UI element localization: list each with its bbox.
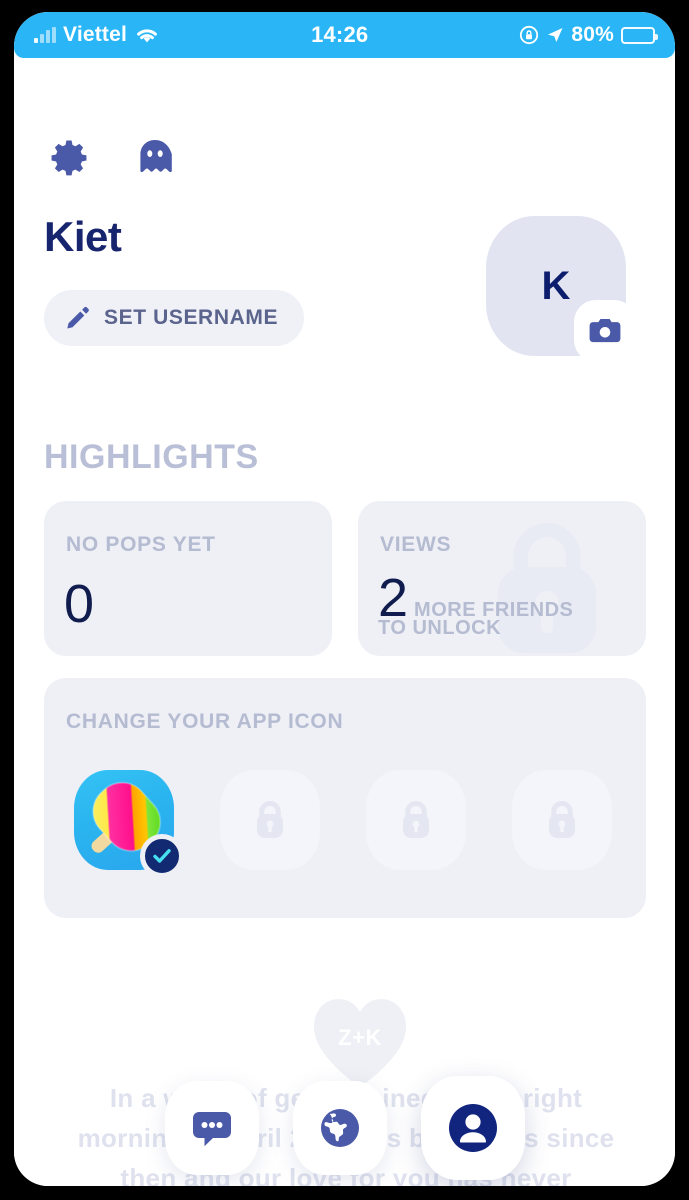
app-icon-option-locked-1[interactable] bbox=[220, 770, 320, 870]
views-card[interactable]: VIEWS 2 MORE FRIENDS TO UNLOCK bbox=[358, 501, 646, 656]
carrier-name: Viettel bbox=[63, 23, 128, 46]
set-username-button[interactable]: SET USERNAME bbox=[44, 290, 305, 346]
battery-percent-label: 80% bbox=[571, 23, 614, 46]
lock-icon bbox=[396, 798, 436, 842]
change-app-icon-card: CHANGE YOUR APP ICON bbox=[44, 678, 646, 918]
avatar-wrap: K bbox=[486, 216, 636, 362]
app-icon-option-popsicle[interactable] bbox=[74, 770, 184, 878]
signal-bars-icon bbox=[34, 27, 56, 43]
bottom-nav bbox=[14, 1058, 675, 1186]
lock-icon bbox=[542, 798, 582, 842]
pencil-icon bbox=[64, 305, 90, 331]
status-bar-clock: 14:26 bbox=[311, 22, 369, 47]
views-card-label: VIEWS bbox=[380, 533, 452, 556]
phone-screen: Viettel 14:26 80% Kiet SET USERNAME K HI… bbox=[14, 12, 675, 1186]
pops-card-label: NO POPS YET bbox=[66, 533, 216, 556]
heart-badge-label: Z+K bbox=[338, 1025, 382, 1050]
gear-icon[interactable] bbox=[46, 134, 92, 180]
camera-icon bbox=[588, 316, 622, 346]
lock-icon bbox=[250, 798, 290, 842]
app-icon-option-locked-2[interactable] bbox=[366, 770, 466, 870]
nav-item-discover[interactable] bbox=[292, 1081, 387, 1175]
change-app-icon-title: CHANGE YOUR APP ICON bbox=[66, 710, 344, 733]
rotation-lock-icon bbox=[519, 25, 539, 45]
battery-icon bbox=[621, 26, 658, 44]
globe-icon bbox=[317, 1105, 363, 1151]
app-icon-option-locked-3[interactable] bbox=[512, 770, 612, 870]
set-username-label: SET USERNAME bbox=[104, 306, 279, 329]
pops-card-value: 0 bbox=[64, 574, 95, 634]
chat-bubble-icon bbox=[189, 1105, 235, 1151]
views-card-subtitle-line2: TO UNLOCK bbox=[378, 617, 502, 639]
status-bar-left: Viettel bbox=[34, 23, 160, 47]
status-bar-right: 80% bbox=[519, 23, 658, 47]
app-content: Kiet SET USERNAME K HIGHLIGHTS NO POPS Y… bbox=[14, 58, 675, 1186]
avatar-initial: K bbox=[541, 263, 571, 308]
header-icon-row bbox=[46, 134, 178, 180]
nav-item-profile[interactable] bbox=[420, 1076, 525, 1180]
avatar[interactable]: K bbox=[486, 216, 636, 362]
wifi-icon bbox=[134, 25, 160, 45]
avatar-camera-button[interactable] bbox=[574, 300, 636, 362]
status-bar: Viettel 14:26 80% bbox=[14, 12, 675, 58]
nav-item-chat[interactable] bbox=[164, 1081, 259, 1175]
location-arrow-icon bbox=[546, 26, 564, 44]
person-icon bbox=[444, 1099, 502, 1157]
pops-card[interactable]: NO POPS YET 0 bbox=[44, 501, 332, 656]
phone-frame: Viettel 14:26 80% Kiet SET USERNAME K HI… bbox=[0, 0, 689, 1200]
check-badge-icon bbox=[140, 834, 184, 878]
ghost-icon[interactable] bbox=[132, 134, 178, 180]
page-title: Kiet bbox=[44, 213, 122, 260]
app-icon-row bbox=[74, 770, 612, 878]
highlights-heading: HIGHLIGHTS bbox=[44, 438, 259, 476]
